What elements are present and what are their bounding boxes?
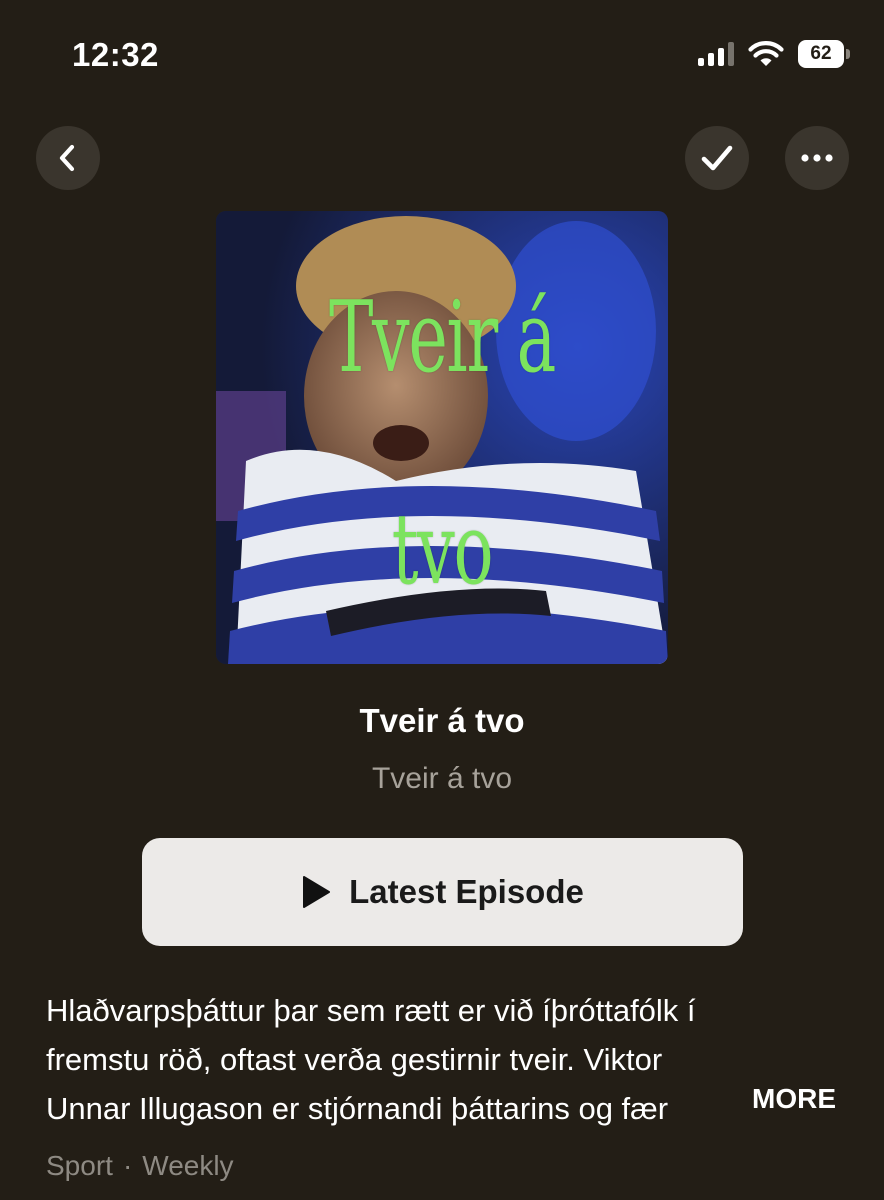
frequency-label: Weekly [142,1150,234,1181]
description-more-button[interactable]: MORE [752,1083,836,1115]
status-bar: 12:32 62 [0,0,884,110]
status-time: 12:32 [72,36,159,73]
category-link[interactable]: Sport [46,1150,113,1181]
latest-episode-label: Latest Episode [349,873,584,910]
description-line: Unnar Illugason er stjórnandi þáttarins … [46,1084,746,1133]
chevron-left-icon [59,144,75,172]
podcast-title: Tveir á tvo [359,702,525,739]
status-icons: 62 [698,40,850,68]
meta-separator: · [122,1150,133,1181]
podcast-description: Hlaðvarpsþáttur þar sem rætt er við íþró… [46,986,846,1133]
play-icon [303,876,331,908]
podcast-meta: Sport · Weekly [46,1150,234,1182]
artwork-title-line1: Tveir á [328,281,556,395]
battery-icon: 62 [798,40,850,68]
wifi-icon [748,40,784,68]
cellular-signal-icon [698,42,734,66]
artwork-title-line2: tvo [391,493,494,607]
podcast-artwork: Tveir á tvo [216,211,668,664]
description-line: Hlaðvarpsþáttur þar sem rætt er við íþró… [46,993,696,1028]
checkmark-icon [701,145,733,171]
back-button[interactable] [36,126,100,190]
description-line: fremstu röð, oftast verða gestirnir tvei… [46,1042,663,1077]
latest-episode-button[interactable]: Latest Episode [142,838,743,946]
subscribed-button[interactable] [685,126,749,190]
podcast-author-link[interactable]: Tveir á tvo [0,762,884,796]
more-options-button[interactable] [785,126,849,190]
ellipsis-icon [801,154,833,162]
